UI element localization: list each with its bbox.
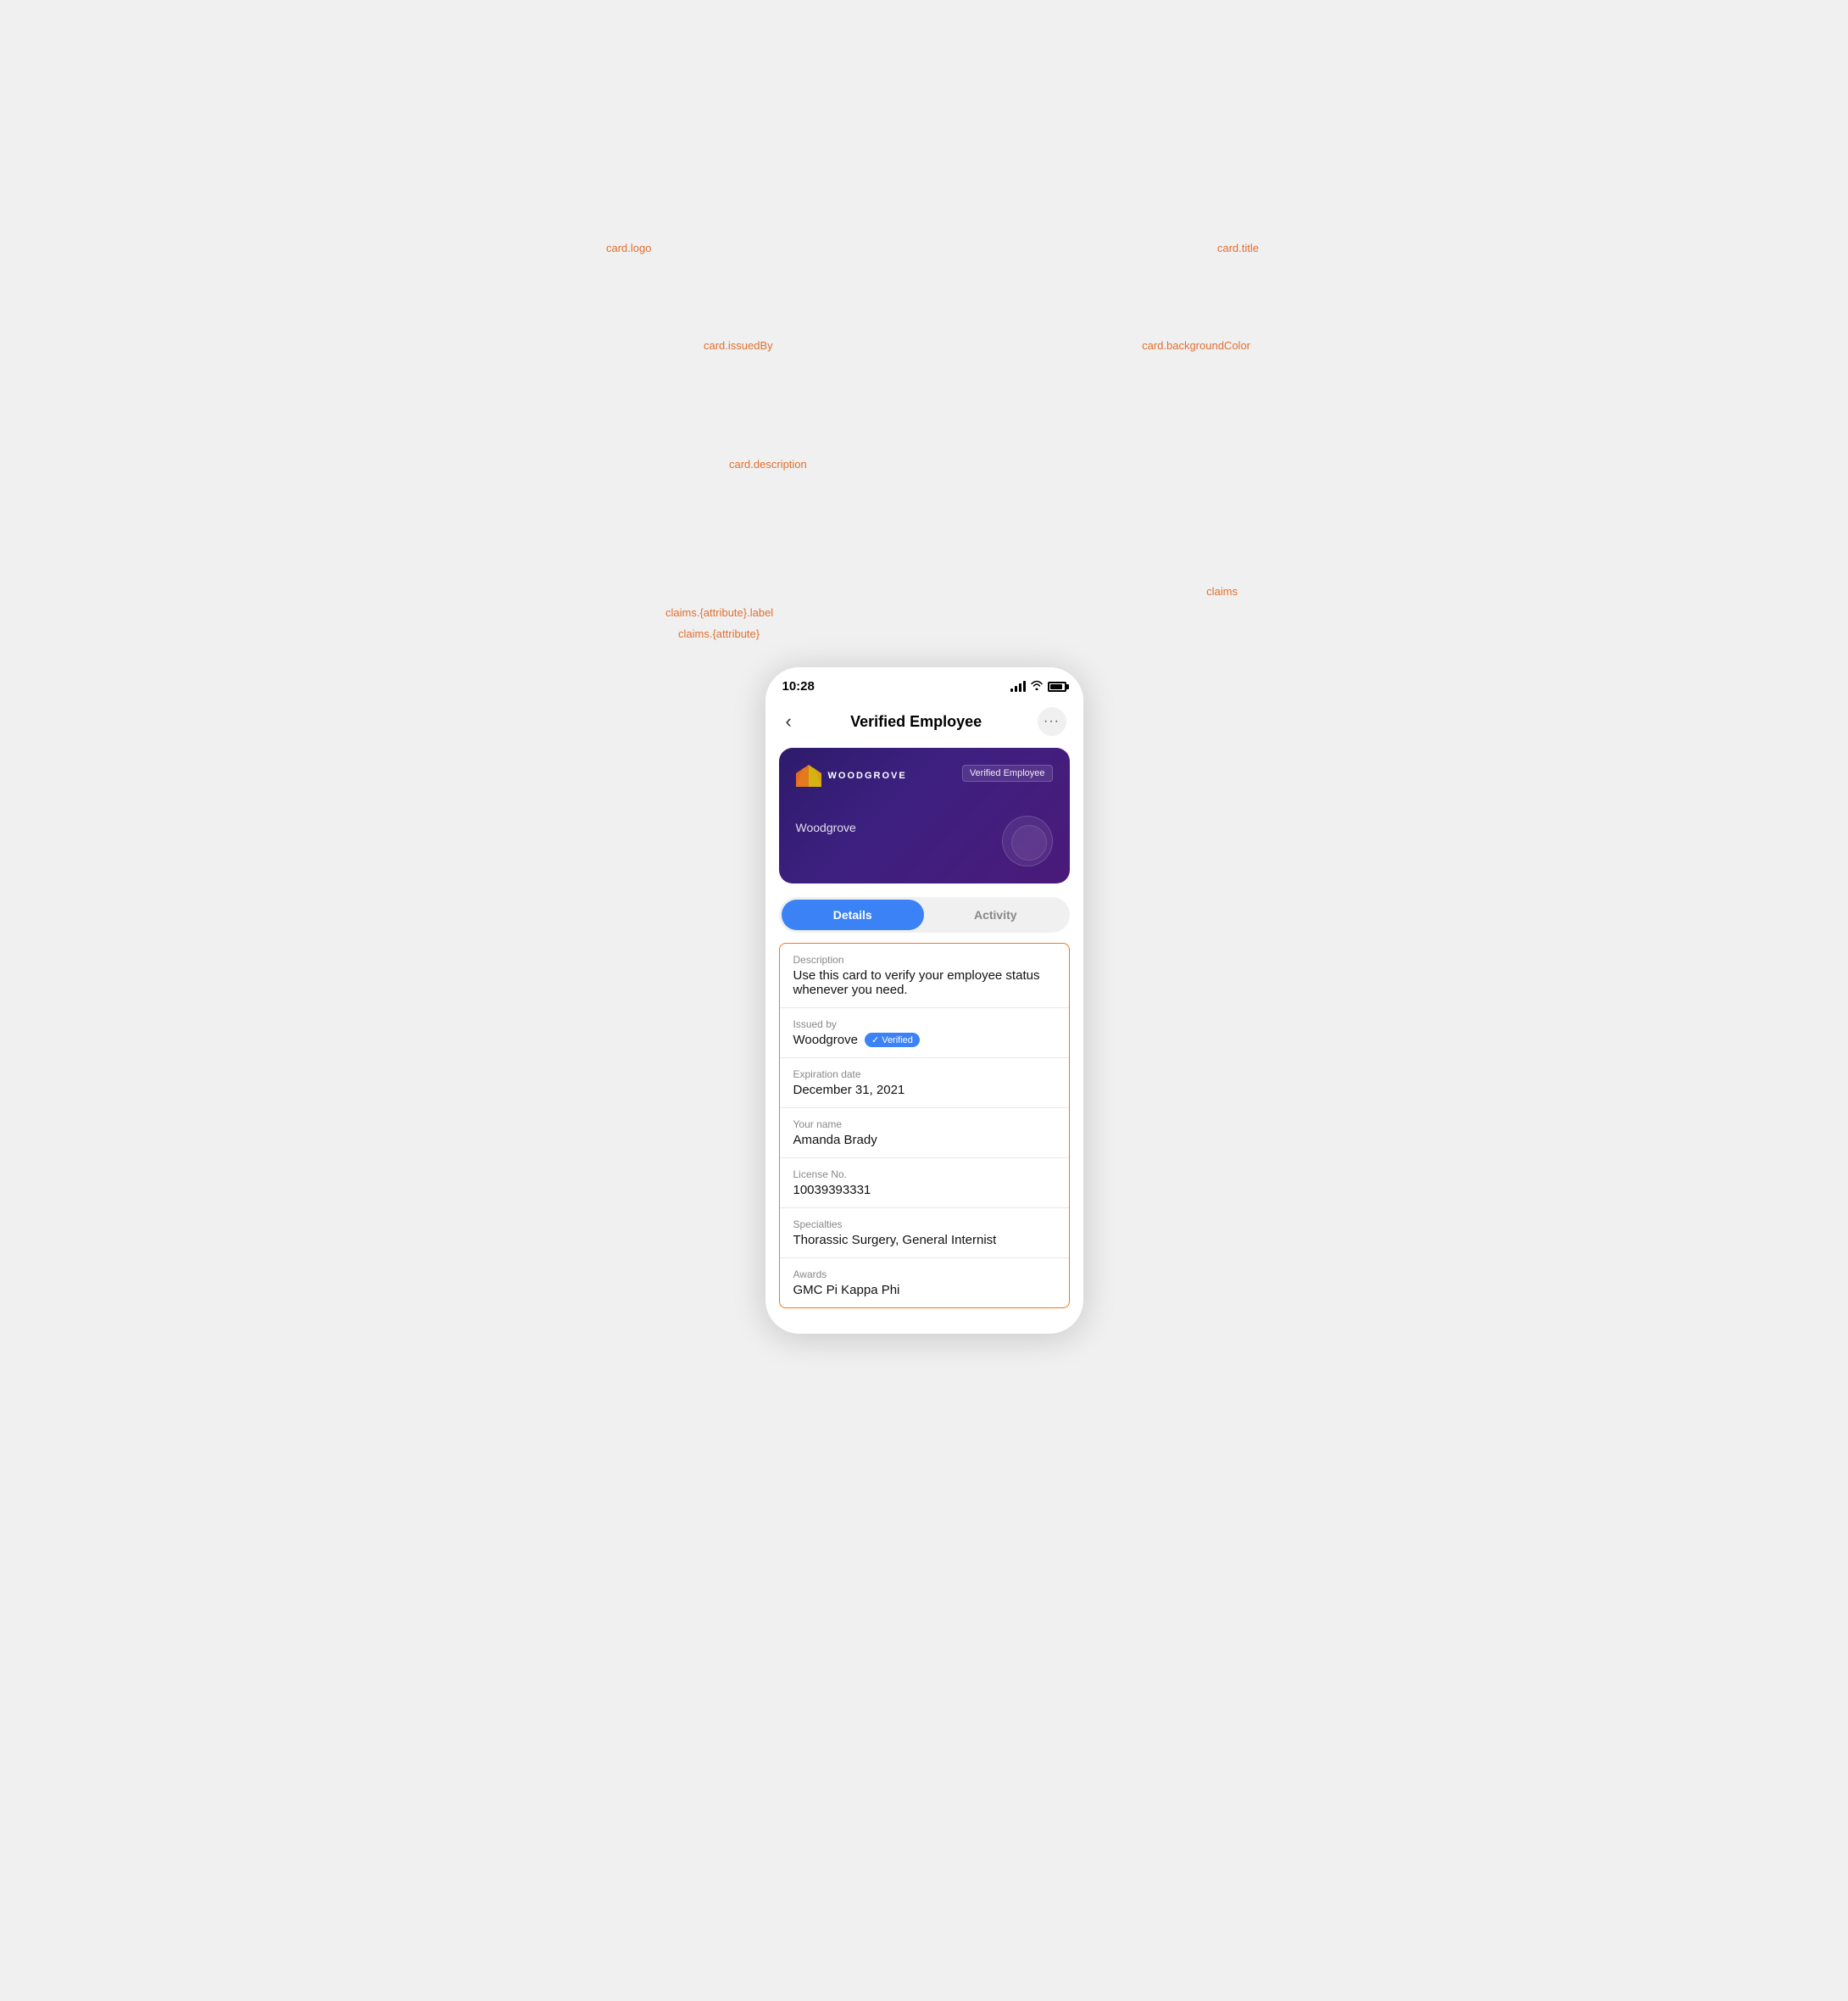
annotation-card-title: card.title <box>1217 242 1259 254</box>
wifi-icon <box>1030 680 1044 693</box>
detail-row-name: Your name Amanda Brady <box>780 1108 1069 1158</box>
detail-row-issued-by: Issued by Woodgrove ✓ Verified <box>780 1008 1069 1058</box>
card-decoration <box>1002 816 1053 867</box>
annotation-claims: claims <box>1206 585 1238 598</box>
card-logo-text: WOODGROVE <box>828 771 907 781</box>
card-header: WOODGROVE Verified Employee <box>796 765 1053 787</box>
more-button[interactable]: ··· <box>1038 707 1066 736</box>
license-value: 10039393331 <box>793 1183 1055 1197</box>
status-time: 10:28 <box>782 679 815 694</box>
expiration-label: Expiration date <box>793 1068 1055 1080</box>
page-title: Verified Employee <box>850 713 982 731</box>
annotation-card-issued-by: card.issuedBy <box>704 339 773 352</box>
specialties-value: Thorassic Surgery, General Internist <box>793 1233 1055 1247</box>
status-bar: 10:28 <box>765 667 1083 699</box>
signal-bars-icon <box>1010 682 1026 692</box>
credential-card: WOODGROVE Verified Employee Woodgrove <box>779 748 1070 883</box>
description-label: Description <box>793 954 1055 966</box>
battery-fill <box>1050 684 1062 689</box>
name-label: Your name <box>793 1118 1055 1130</box>
signal-bar-3 <box>1019 683 1021 692</box>
issued-by-value: Woodgrove <box>793 1033 858 1047</box>
issued-by-value-row: Woodgrove ✓ Verified <box>793 1033 1055 1047</box>
expiration-value: December 31, 2021 <box>793 1083 1055 1097</box>
details-section: Description Use this card to verify your… <box>779 943 1070 1308</box>
detail-row-license: License No. 10039393331 <box>780 1158 1069 1208</box>
annotation-card-logo: card.logo <box>606 242 651 254</box>
detail-row-description: Description Use this card to verify your… <box>780 944 1069 1008</box>
awards-label: Awards <box>793 1268 1055 1280</box>
status-icons <box>1010 680 1066 693</box>
awards-value: GMC Pi Kappa Phi <box>793 1283 1055 1297</box>
tab-details[interactable]: Details <box>782 900 925 930</box>
detail-row-specialties: Specialties Thorassic Surgery, General I… <box>780 1208 1069 1258</box>
annotation-card-bgcolor: card.backgroundColor <box>1142 339 1250 352</box>
annotation-claims-attribute-label: claims.{attribute}.label <box>665 606 773 619</box>
specialties-label: Specialties <box>793 1218 1055 1230</box>
license-label: License No. <box>793 1168 1055 1180</box>
detail-row-awards: Awards GMC Pi Kappa Phi <box>780 1258 1069 1307</box>
signal-bar-2 <box>1015 686 1017 692</box>
nav-header: ‹ Verified Employee ··· <box>765 699 1083 748</box>
battery-icon <box>1048 682 1066 692</box>
back-button[interactable]: ‹ <box>782 707 795 736</box>
name-value: Amanda Brady <box>793 1133 1055 1147</box>
verified-badge: ✓ Verified <box>865 1033 920 1047</box>
card-logo: WOODGROVE <box>796 765 907 787</box>
card-title-badge: Verified Employee <box>962 765 1053 782</box>
detail-row-expiration: Expiration date December 31, 2021 <box>780 1058 1069 1108</box>
annotation-card-description: card.description <box>729 458 807 471</box>
spacer <box>765 933 1083 943</box>
tabs-container: Details Activity <box>779 897 1070 933</box>
signal-bar-4 <box>1023 681 1026 692</box>
signal-bar-1 <box>1010 688 1013 692</box>
description-value: Use this card to verify your employee st… <box>793 968 1055 997</box>
phone-frame: 10:28 ‹ Verified Employee ··· <box>765 667 1083 1334</box>
tab-activity[interactable]: Activity <box>924 900 1067 930</box>
annotation-claims-attribute: claims.{attribute} <box>678 627 760 640</box>
woodgrove-logo-icon <box>796 765 821 787</box>
issued-by-label: Issued by <box>793 1018 1055 1030</box>
